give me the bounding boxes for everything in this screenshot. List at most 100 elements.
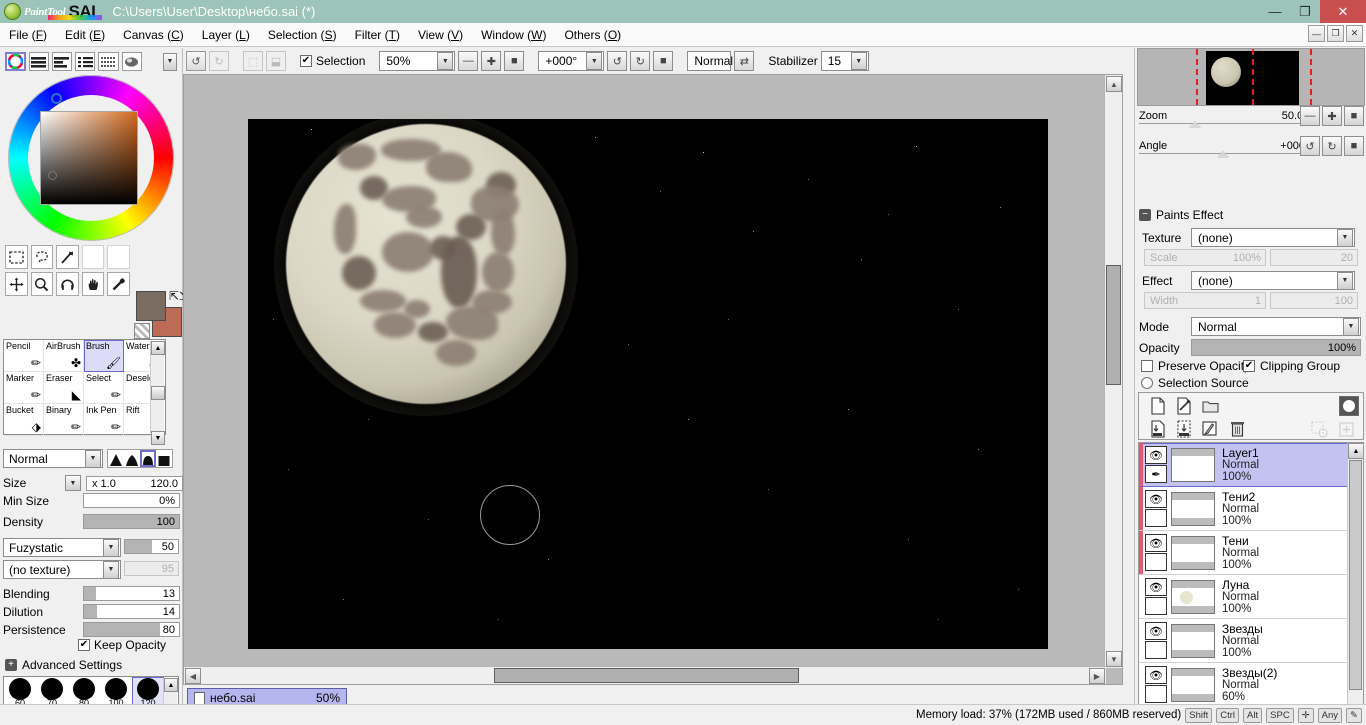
brush-tool-pencil[interactable]: Pencil✏: [4, 340, 44, 372]
menu-filter[interactable]: Filter (T): [346, 25, 409, 45]
navigator-rotate-reset-button[interactable]: ■: [1344, 136, 1364, 156]
canvas-vertical-scrollbar[interactable]: ▲ ▼: [1104, 75, 1122, 668]
texture-select[interactable]: (none) ▼: [1191, 228, 1355, 247]
layer-visibility-icon[interactable]: 👁: [1145, 490, 1167, 508]
lasso-icon[interactable]: [31, 245, 54, 269]
chevron-down-icon[interactable]: ▼: [1337, 272, 1353, 290]
brush-size-field[interactable]: x 1.0 120.0: [86, 476, 183, 491]
close-button[interactable]: ✕: [1320, 0, 1366, 23]
layer-row-zvezdy-2[interactable]: 👁 Звезды(2) Normal 60%: [1139, 663, 1363, 707]
saturation-value-square[interactable]: [40, 111, 138, 205]
layer-visibility-icon[interactable]: 👁: [1145, 446, 1167, 464]
clipping-group-checkbox[interactable]: ✔: [1243, 360, 1255, 372]
gradient-mode-button[interactable]: [122, 52, 142, 71]
hand-icon[interactable]: [82, 272, 105, 296]
angle-field[interactable]: +000° ▼: [538, 51, 604, 71]
zoom-reset-button[interactable]: ■: [504, 51, 524, 71]
selection-source-toggle[interactable]: Selection Source: [1141, 376, 1249, 390]
brush-tool-eraser[interactable]: Eraser◣: [44, 372, 84, 404]
rgb-slider-mode-button[interactable]: [29, 52, 49, 71]
zoom-in-button[interactable]: ✚: [481, 51, 501, 71]
redo-button[interactable]: ↻: [209, 51, 229, 71]
brush-persistence-slider[interactable]: 80: [83, 622, 180, 637]
chevron-down-icon[interactable]: ▼: [65, 475, 81, 491]
chevron-down-icon[interactable]: ▼: [103, 561, 119, 579]
preserve-opacity-checkbox[interactable]: [1141, 360, 1153, 372]
layer-list[interactable]: 👁 ✒ Layer1 Normal 100% 👁: [1138, 442, 1364, 725]
collapse-icon[interactable]: −: [1139, 209, 1151, 221]
vertical-scroll-thumb[interactable]: [1106, 265, 1121, 385]
undo-button[interactable]: ↺: [186, 51, 206, 71]
rotate-reset-button[interactable]: ■: [653, 51, 673, 71]
scroll-up-arrow-icon[interactable]: ▲: [1106, 76, 1122, 92]
transparent-color-swatch[interactable]: [134, 323, 150, 339]
brush-tool-brush[interactable]: Brush🖌: [84, 340, 124, 372]
zoom-out-button[interactable]: —: [458, 51, 478, 71]
selection-toggle[interactable]: ✔ Selection: [300, 54, 365, 68]
eyedropper-icon[interactable]: [107, 272, 130, 296]
minimize-button[interactable]: —: [1260, 0, 1290, 23]
chevron-down-icon[interactable]: ▼: [586, 52, 602, 70]
chevron-down-icon[interactable]: ▼: [85, 450, 101, 468]
brush-tool-ink-pen[interactable]: Ink Pen✏: [84, 404, 124, 436]
brush-tool-airbrush[interactable]: AirBrush✤: [44, 340, 84, 372]
brush-blend-mode-select[interactable]: Normal ▼: [3, 449, 103, 468]
deselect-all-button[interactable]: ⬚: [243, 51, 263, 71]
brush-density-slider[interactable]: 100: [83, 514, 180, 529]
color-wheel-mode-button[interactable]: [5, 52, 26, 71]
scroll-up-arrow-icon[interactable]: ▲: [164, 678, 178, 692]
rotate-icon[interactable]: [56, 272, 79, 296]
brush-min-size-field[interactable]: 0%: [83, 493, 180, 508]
navigator-angle-thumb[interactable]: [1217, 151, 1229, 158]
clear-layer-icon[interactable]: [1199, 418, 1221, 440]
maximize-button[interactable]: ❐: [1290, 0, 1320, 23]
sv-marker[interactable]: [48, 171, 57, 180]
clipping-group-toggle[interactable]: ✔ Clipping Group: [1243, 359, 1340, 373]
brush-blending-slider[interactable]: 13: [83, 586, 180, 601]
layer-mask-button[interactable]: [1339, 396, 1359, 416]
brush-tool-bucket[interactable]: Bucket⬗: [4, 404, 44, 436]
advanced-settings-toggle[interactable]: + Advanced Settings: [5, 658, 122, 672]
zoom-icon[interactable]: [31, 272, 54, 296]
scroll-down-arrow-icon[interactable]: ▼: [1106, 651, 1122, 667]
brush-tool-marker[interactable]: Marker✏: [4, 372, 44, 404]
brush-scroll-thumb[interactable]: [151, 386, 165, 400]
foreground-color-swatch[interactable]: [136, 291, 166, 321]
plus-icon[interactable]: +: [5, 659, 17, 671]
brush-shape-hard-round[interactable]: [140, 450, 156, 467]
invert-selection-button[interactable]: ⬓: [266, 51, 286, 71]
stabilizer-field[interactable]: 15 ▼: [821, 51, 869, 71]
mdi-restore-button[interactable]: ❐: [1327, 25, 1344, 42]
hue-marker[interactable]: [51, 93, 62, 104]
layer-opacity-slider[interactable]: 100%: [1191, 339, 1361, 356]
rect-select-icon[interactable]: [5, 245, 28, 269]
navigator-zoom-thumb[interactable]: [1189, 121, 1201, 128]
layer-selection-pen-icon[interactable]: [1145, 553, 1167, 571]
scroll-left-arrow-icon[interactable]: ◀: [185, 668, 201, 684]
chevron-down-icon[interactable]: ▼: [437, 52, 453, 70]
new-folder-icon[interactable]: [1199, 395, 1221, 417]
move-icon[interactable]: [5, 272, 28, 296]
transfer-down-icon[interactable]: [1173, 418, 1195, 440]
menu-layer[interactable]: Layer (L): [193, 25, 259, 45]
rotate-cw-button[interactable]: ↻: [630, 51, 650, 71]
navigator-zoom-out-button[interactable]: —: [1300, 106, 1320, 126]
menu-edit[interactable]: Edit (E): [56, 25, 114, 45]
zoom-level-field[interactable]: 50% ▼: [379, 51, 455, 71]
layer-list-scrollbar[interactable]: ▲ ▼: [1347, 443, 1363, 725]
menu-others[interactable]: Others (O): [555, 25, 630, 45]
mdi-minimize-button[interactable]: —: [1308, 25, 1325, 42]
layer-row-zvezdy[interactable]: 👁 Звезды Normal 100%: [1139, 619, 1363, 663]
color-wheel[interactable]: [8, 75, 174, 241]
brush-list-scrollbar[interactable]: ▲ ▼: [150, 341, 164, 433]
keep-opacity-toggle[interactable]: ✔ Keep Opacity: [78, 638, 166, 652]
scroll-right-arrow-icon[interactable]: ▶: [1089, 668, 1105, 684]
navigator-zoom-reset-button[interactable]: ■: [1344, 106, 1364, 126]
brush-tool-binary[interactable]: Binary✏: [44, 404, 84, 436]
layer-selection-pen-icon[interactable]: [1145, 509, 1167, 527]
flip-horizontal-button[interactable]: ⇄: [734, 51, 754, 71]
horizontal-scroll-thumb[interactable]: [494, 668, 799, 683]
layer-visibility-icon[interactable]: 👁: [1145, 534, 1167, 552]
chevron-down-icon[interactable]: ▼: [103, 539, 119, 557]
brush-shape-square[interactable]: [156, 450, 172, 467]
